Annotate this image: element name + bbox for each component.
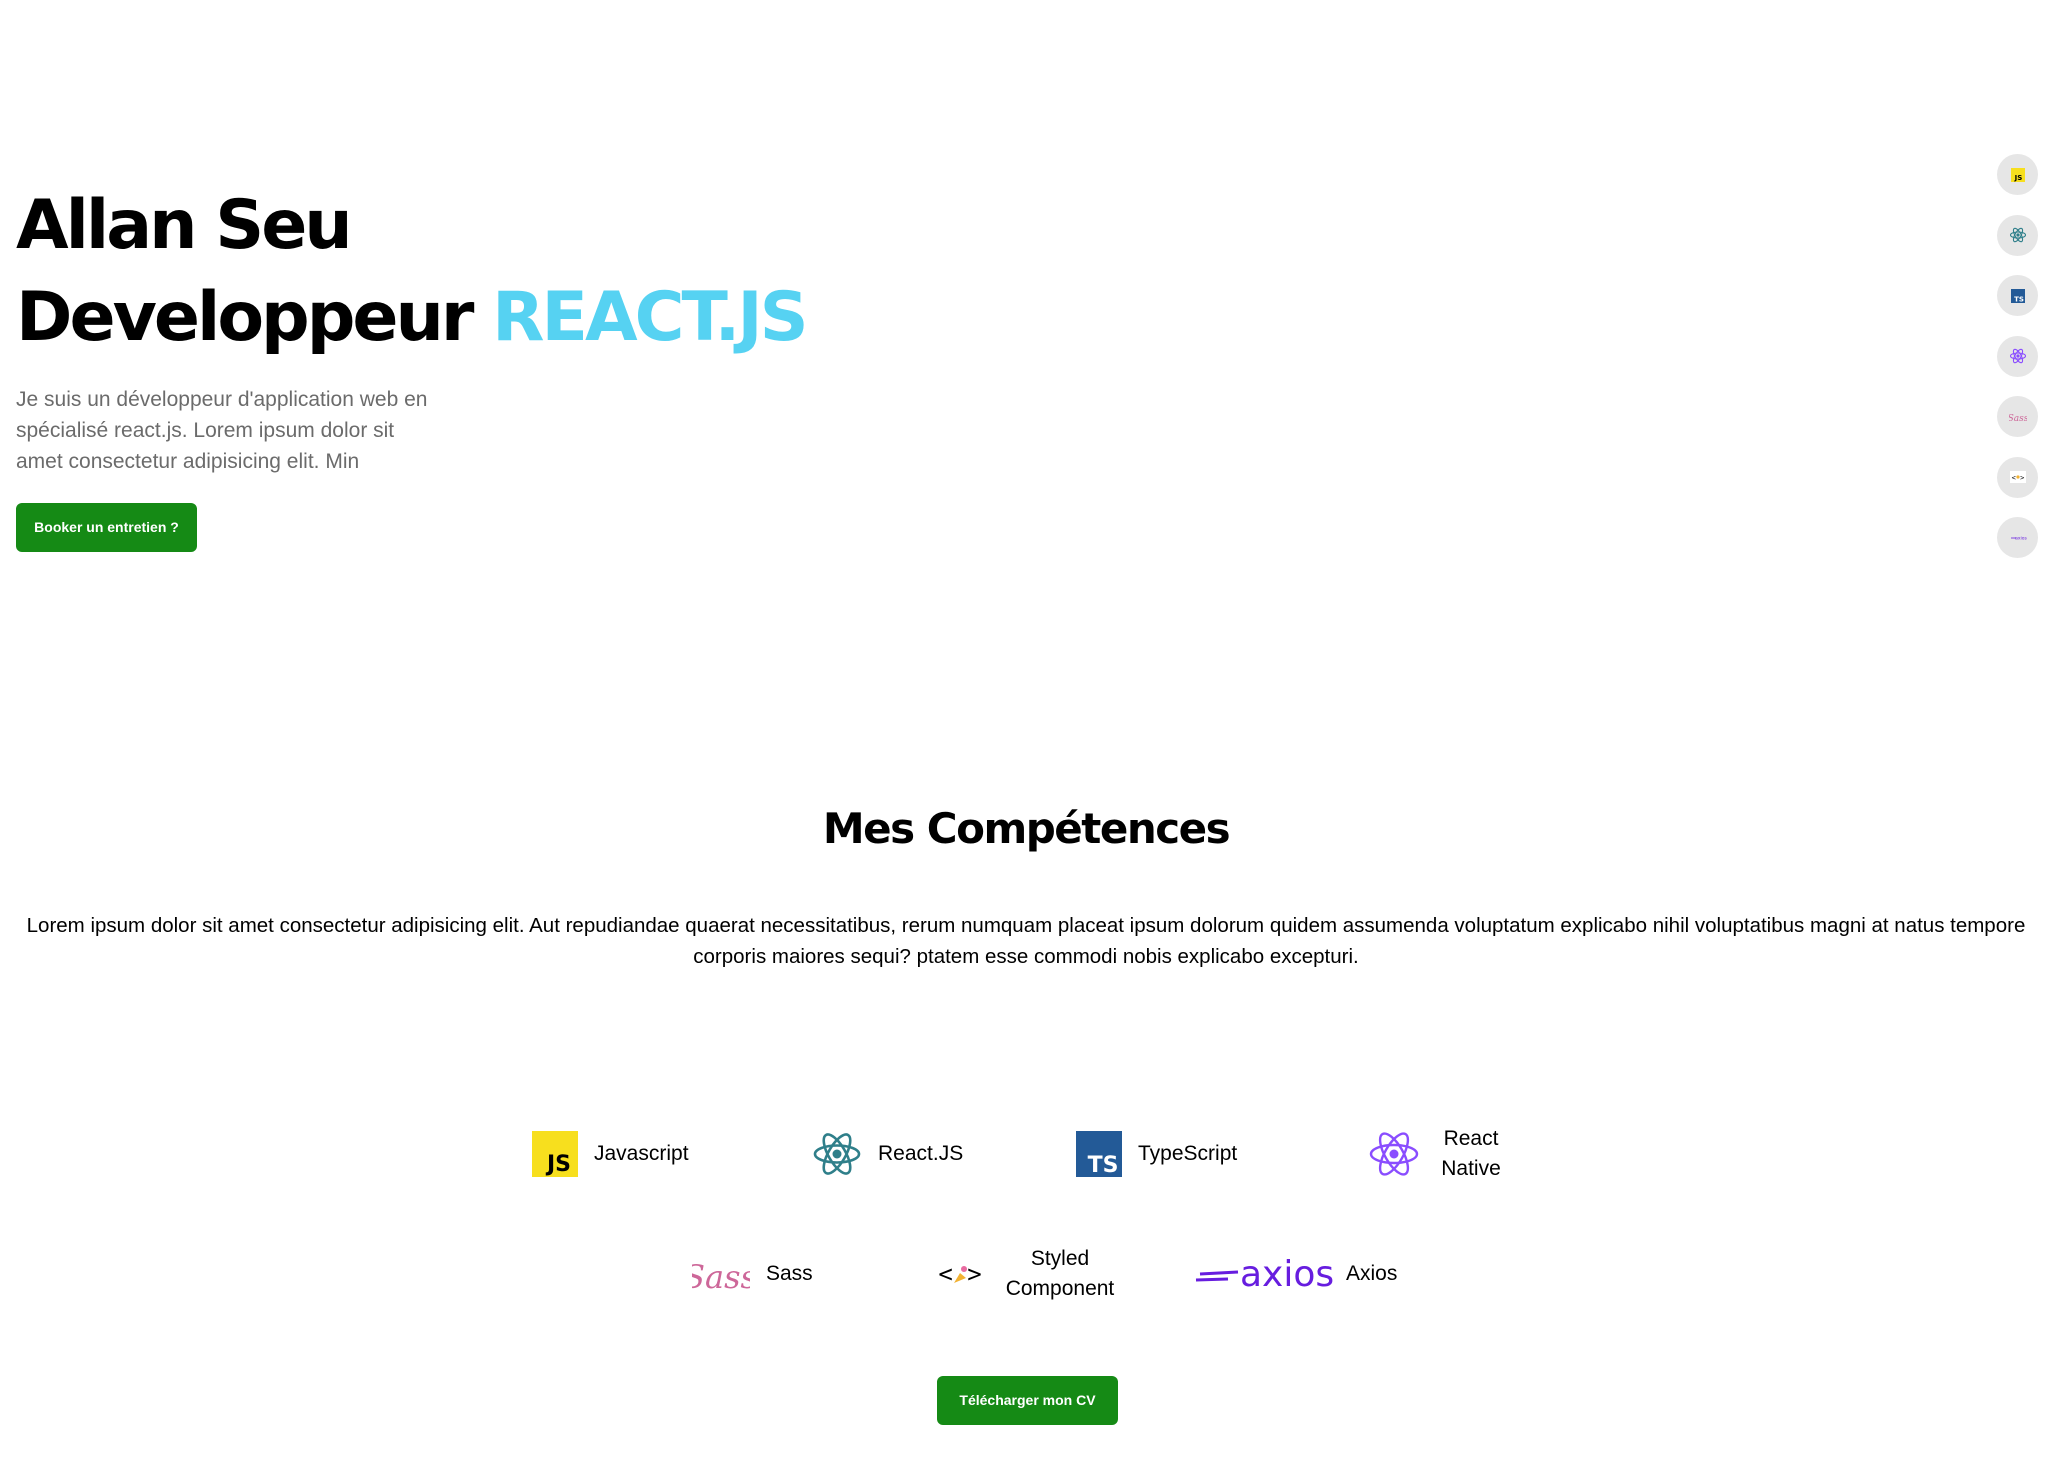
svg-text:axios: axios: [2015, 535, 2027, 541]
skill-styled-component: < > Styled Component: [930, 1238, 1118, 1310]
javascript-icon: JS: [532, 1131, 578, 1177]
skill-axios: axios Axios: [1194, 1250, 1397, 1298]
skill-label: Styled Component: [1005, 1247, 1115, 1300]
svg-text:TS: TS: [1088, 1153, 1119, 1177]
svg-text:Sass: Sass: [692, 1258, 750, 1296]
styled-component-icon: < >: [930, 1254, 990, 1294]
skills-title: Mes Compétences: [822, 804, 1231, 853]
rail-item-react-native[interactable]: [1997, 335, 2038, 377]
skill-label: Axios: [1346, 1262, 1398, 1285]
react-icon: [2009, 227, 2026, 243]
skill-label: React Native: [1441, 1127, 1501, 1180]
hero-role-prefix: Developpeur: [16, 278, 474, 357]
sass-icon: Sass: [692, 1250, 750, 1298]
skill-react: React.JS: [812, 1130, 963, 1178]
rail-item-javascript[interactable]: JS: [1997, 154, 2038, 195]
skill-typescript: TS TypeScript: [1076, 1130, 1237, 1178]
svg-text:TS: TS: [2014, 295, 2024, 303]
hero-role: Developpeur REACT.JS: [16, 272, 816, 364]
sass-icon: Sass: [2009, 414, 2027, 424]
axios-wordmark: axios: [1240, 1254, 1334, 1295]
skill-react-native: React Native: [1368, 1118, 1506, 1190]
download-cv-button[interactable]: Télécharger mon CV: [937, 1376, 1118, 1425]
skill-label: Javascript: [594, 1142, 689, 1165]
tech-rail: JS TS Sass: [1997, 154, 2038, 578]
react-native-icon: [2009, 348, 2026, 364]
hero-name: Allan Seu: [16, 186, 353, 265]
skill-sass: Sass Sass: [692, 1250, 813, 1298]
rail-item-react[interactable]: [1997, 214, 2038, 256]
book-interview-button[interactable]: Booker un entretien ?: [16, 503, 197, 552]
skill-label: Sass: [766, 1262, 813, 1285]
react-native-icon: [1368, 1130, 1420, 1178]
typescript-icon: TS: [1076, 1131, 1122, 1177]
skills-description: Lorem ipsum dolor sit amet consectetur a…: [26, 914, 2026, 968]
skill-label: React.JS: [878, 1142, 964, 1165]
rail-item-axios[interactable]: axios: [1997, 517, 2038, 558]
javascript-icon: JS: [2010, 167, 2025, 182]
rail-item-sass[interactable]: Sass: [1997, 396, 2038, 437]
axios-icon: axios: [2010, 535, 2027, 541]
skill-label: TypeScript: [1138, 1142, 1238, 1165]
styled-component-icon: < >: [2009, 471, 2026, 483]
svg-text:JS: JS: [545, 1152, 571, 1177]
hero-section: Allan Seu Developpeur REACT.JS Je suis u…: [16, 180, 816, 552]
svg-text:Sass: Sass: [2009, 414, 2027, 424]
rail-item-styled-component[interactable]: < >: [1997, 456, 2038, 498]
hero-role-accent: REACT.JS: [492, 278, 809, 357]
svg-text:JS: JS: [2013, 174, 2022, 182]
axios-icon: axios: [1194, 1252, 1334, 1296]
hero-description: Je suis un développeur d'application web…: [16, 388, 428, 473]
skill-javascript: JS Javascript: [532, 1130, 689, 1178]
rail-item-typescript[interactable]: TS: [1997, 275, 2038, 316]
typescript-icon: TS: [2010, 288, 2025, 303]
react-icon: [812, 1131, 862, 1177]
